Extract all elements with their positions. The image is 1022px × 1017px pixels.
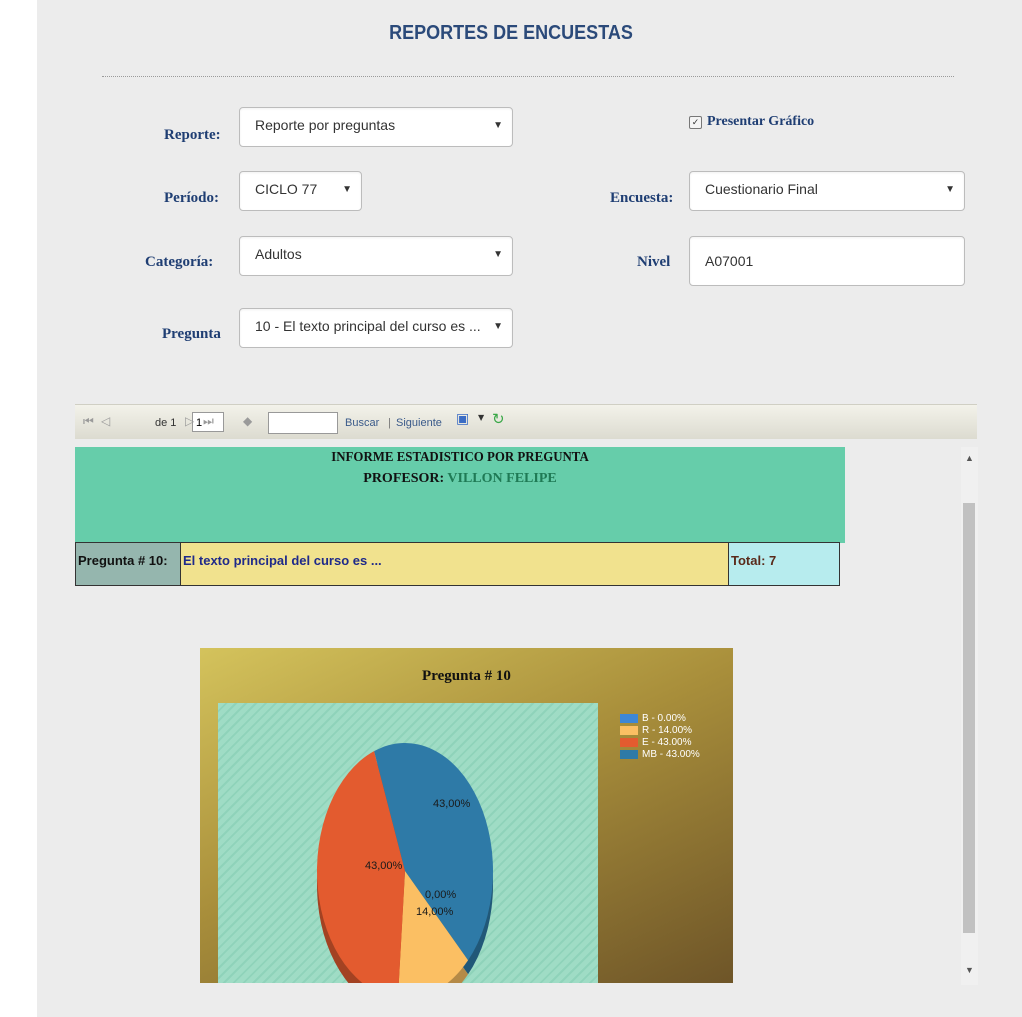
find-link[interactable]: Buscar <box>345 417 379 429</box>
question-row: Pregunta # 10: El texto principal del cu… <box>75 542 840 586</box>
title-divider <box>102 76 954 77</box>
legend-label-mb: MB - 43.00% <box>642 748 700 760</box>
presentar-grafico-checkbox[interactable]: ✓ Presentar Gráfico <box>689 114 814 130</box>
legend-item-b: B - 0.00% <box>620 712 700 724</box>
periodo-label: Período: <box>164 190 219 206</box>
pie-svg: 43,00% 0,00% 14,00% 43,00% <box>317 743 493 983</box>
encuesta-select-value: Cuestionario Final <box>705 181 818 197</box>
report-header: INFORME ESTADISTICO POR PREGUNTA PROFESO… <box>75 447 845 543</box>
categoria-select[interactable]: Adultos ▼ <box>239 236 513 276</box>
legend-item-e: E - 43.00% <box>620 736 700 748</box>
pie-chart: Pregunta # 10 43,00% 0,00% 14,00% 43,00% B … <box>200 648 733 983</box>
nivel-input-value: A07001 <box>705 253 754 269</box>
refresh-icon[interactable]: ↻ <box>492 410 505 428</box>
report-heading: INFORME ESTADISTICO POR PREGUNTA <box>331 450 589 465</box>
periodo-select[interactable]: CICLO 77 ▼ <box>239 171 362 211</box>
legend-item-r: R - 14.00% <box>620 724 700 736</box>
find-input[interactable] <box>268 412 338 434</box>
chart-title: Pregunta # 10 <box>422 668 511 684</box>
legend-swatch-mb <box>620 749 638 759</box>
legend-swatch-b <box>620 713 638 723</box>
report-scrollbar[interactable]: ▲ ▼ <box>961 447 978 985</box>
nivel-input[interactable]: A07001 <box>689 236 965 286</box>
legend-label-e: E - 43.00% <box>642 736 692 748</box>
report-profesor: PROFESOR: VILLON FELIPE <box>75 471 845 487</box>
pregunta-label: Pregunta <box>162 326 221 342</box>
chart-legend: B - 0.00% R - 14.00% E - 43.00% MB - 43.00% <box>620 712 700 760</box>
pregunta-select-value: 10 - El texto principal del curso es ... <box>255 318 481 334</box>
pie-data-label-e: 43,00% <box>365 860 403 872</box>
presentar-grafico-label: Presentar Gráfico <box>707 114 815 129</box>
categoria-label: Categoría: <box>145 254 214 270</box>
periodo-select-value: CICLO 77 <box>255 181 318 197</box>
pie-data-label-mb: 43,00% <box>433 798 471 810</box>
scroll-up-icon[interactable]: ▲ <box>965 453 974 463</box>
categoria-select-value: Adultos <box>255 246 302 262</box>
reporte-label: Reporte: <box>164 127 221 143</box>
chevron-down-icon: ▼ <box>945 184 955 195</box>
next-link[interactable]: Siguiente <box>396 417 442 429</box>
profesor-name: VILLON FELIPE <box>447 471 557 486</box>
page-title: REPORTES DE ENCUESTAS <box>389 22 633 44</box>
first-page-icon[interactable]: ⏮ <box>83 414 94 429</box>
chevron-down-icon: ▼ <box>493 249 503 260</box>
back-icon[interactable]: ◆ <box>243 414 252 428</box>
legend-swatch-e <box>620 737 638 747</box>
previous-page-icon[interactable]: ◁ <box>101 414 110 428</box>
reporte-select[interactable]: Reporte por preguntas ▼ <box>239 107 513 147</box>
legend-swatch-r <box>620 725 638 735</box>
chevron-down-icon: ▼ <box>342 184 352 195</box>
checkbox-icon[interactable]: ✓ <box>689 115 702 129</box>
question-text: El texto principal del curso es ... <box>181 543 729 585</box>
encuesta-label: Encuesta: <box>610 190 674 206</box>
toolbar-separator: | <box>388 417 391 429</box>
legend-item-mb: MB - 43.00% <box>620 748 700 760</box>
last-page-icon[interactable]: ⏭ <box>203 414 214 429</box>
pregunta-select[interactable]: 10 - El texto principal del curso es ...… <box>239 308 513 348</box>
encuesta-select[interactable]: Cuestionario Final ▼ <box>689 171 965 211</box>
legend-label-r: R - 14.00% <box>642 724 693 736</box>
chevron-down-icon[interactable]: ▼ <box>478 413 484 422</box>
page-count: de 1 <box>155 417 177 429</box>
chevron-down-icon: ▼ <box>493 120 503 131</box>
pie-data-label-b: 0,00% <box>425 889 456 901</box>
next-page-icon[interactable]: ▷ <box>185 414 194 428</box>
question-total: Total: 7 <box>729 543 839 585</box>
scrollbar-thumb[interactable] <box>963 503 975 933</box>
save-icon[interactable]: ▣ <box>456 411 469 427</box>
scroll-down-icon[interactable]: ▼ <box>965 965 974 975</box>
report-toolbar: ⏮ ◁ 1 de 1 ▷ ⏭ ◆ Buscar | Siguiente ▣ ▼ … <box>75 404 977 439</box>
reporte-select-value: Reporte por preguntas <box>255 117 396 133</box>
profesor-label: PROFESOR: <box>363 471 445 486</box>
nivel-label: Nivel <box>637 254 671 270</box>
question-number: Pregunta # 10: <box>76 543 181 585</box>
legend-label-b: B - 0.00% <box>642 712 686 724</box>
chevron-down-icon: ▼ <box>493 321 503 332</box>
chart-plot-area: 43,00% 0,00% 14,00% 43,00% <box>218 703 598 983</box>
pie-data-label-r: 14,00% <box>416 906 454 918</box>
